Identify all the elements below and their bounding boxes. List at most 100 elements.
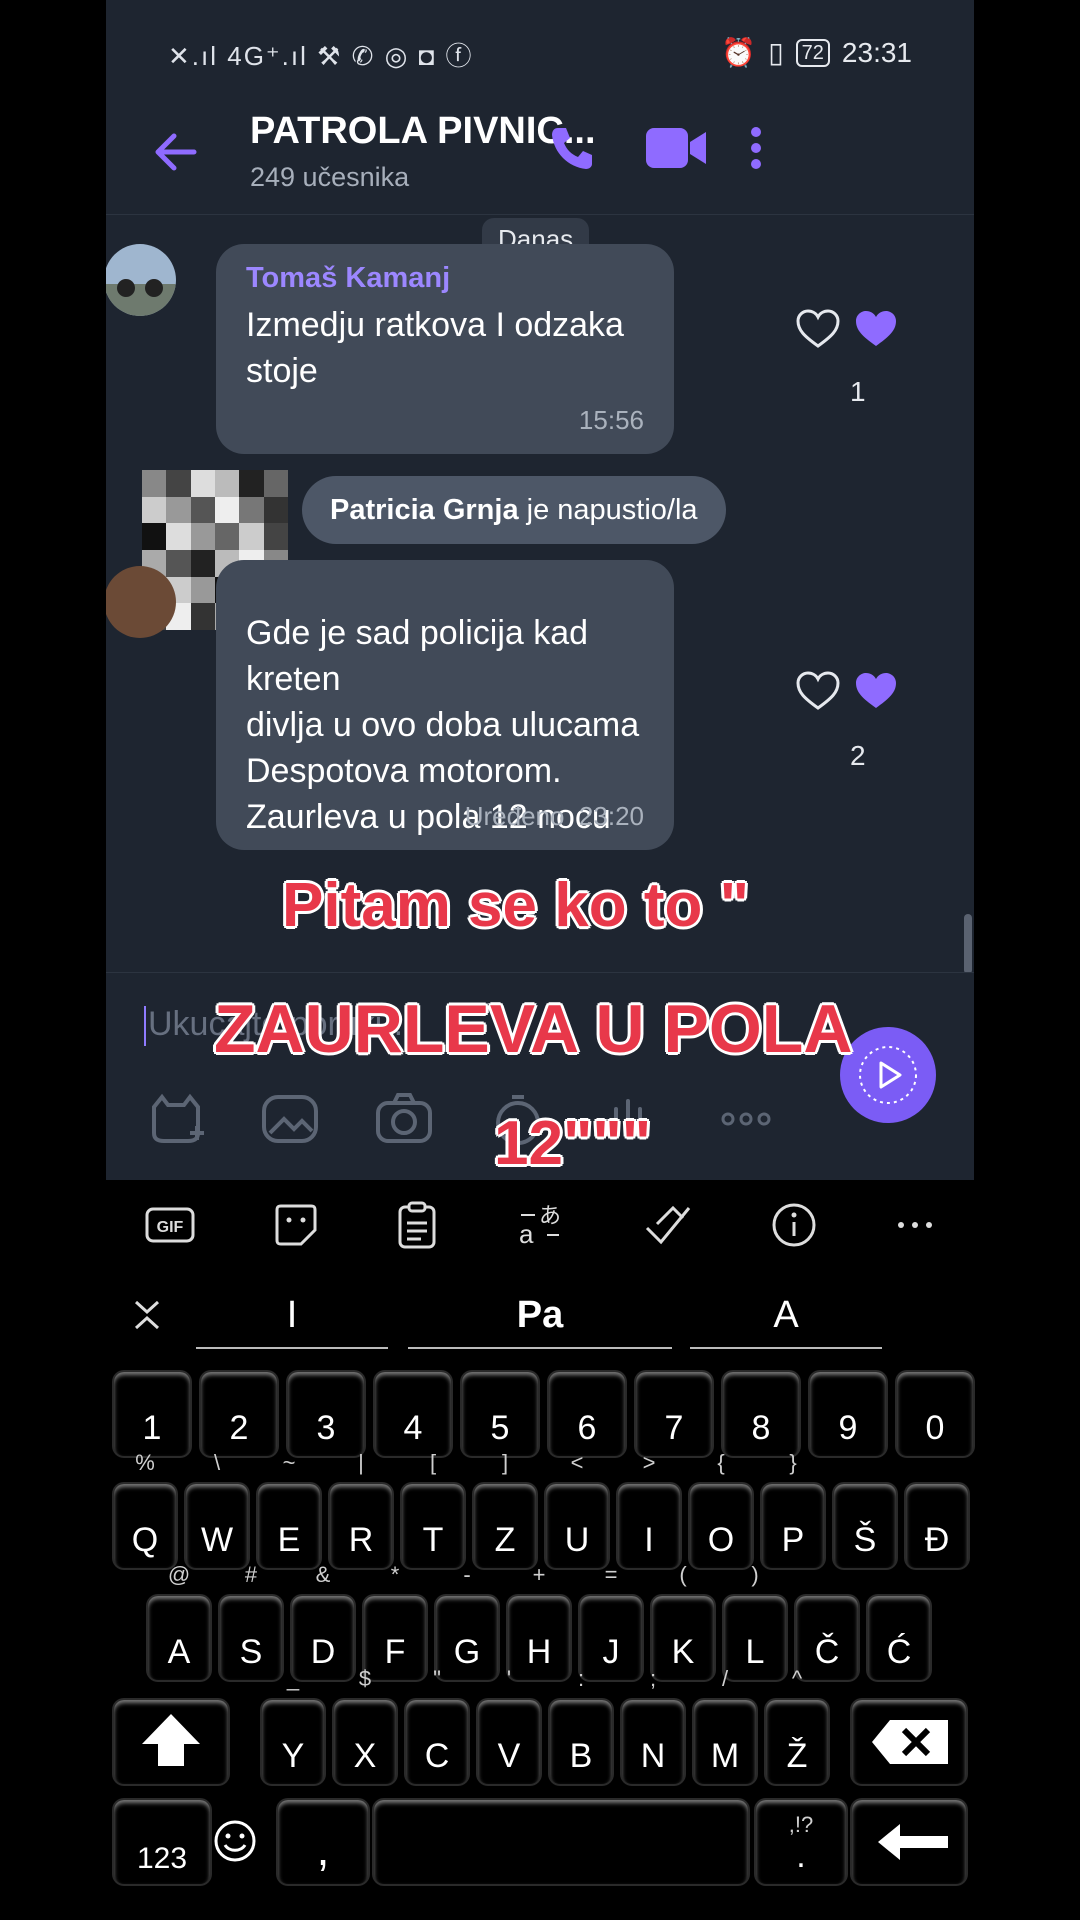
status-left-icons: ✕.ıl 4G⁺.ıl ⚒ ✆ ◎ ◘ ⓕ xyxy=(168,41,474,71)
backspace-key[interactable] xyxy=(852,1700,966,1784)
numbers-key[interactable]: 123 xyxy=(114,1800,210,1884)
key-alt-label: " xyxy=(433,1666,441,1691)
clipboard-icon[interactable] xyxy=(397,1201,437,1249)
key-5[interactable]: 5 xyxy=(462,1372,538,1456)
key-n[interactable]: ; N xyxy=(622,1666,684,1784)
phone-call-icon[interactable] xyxy=(546,122,598,174)
key-ž[interactable]: ^ Ž xyxy=(766,1666,828,1784)
key-alt-label: _ xyxy=(286,1666,300,1691)
key-x[interactable]: $ X xyxy=(334,1666,396,1784)
heart-filled-icon[interactable] xyxy=(852,670,900,712)
sender-name: Tomaš Kamanj xyxy=(246,262,451,294)
sticker-icon[interactable] xyxy=(146,1091,206,1147)
suggestion-3[interactable]: A xyxy=(690,1285,882,1349)
keyboard-toolbar: GIF aあ xyxy=(106,1180,974,1270)
enter-key[interactable] xyxy=(852,1800,966,1884)
send-button[interactable] xyxy=(840,1027,936,1123)
suggestion-1[interactable]: I xyxy=(196,1285,388,1349)
message-list[interactable]: Danas Tomaš Kamanj Izmedju ratkova I odz… xyxy=(106,214,974,972)
reaction-count: 1 xyxy=(850,376,866,407)
scrollbar[interactable] xyxy=(964,914,972,972)
key-2[interactable]: 2 xyxy=(201,1372,277,1456)
suggestion-2[interactable]: Pa xyxy=(408,1285,672,1349)
key-z[interactable]: ] Z xyxy=(474,1450,536,1568)
key-ć[interactable]: Ć xyxy=(868,1596,930,1680)
key-label: 5 xyxy=(490,1409,510,1447)
reaction-group[interactable] xyxy=(794,308,900,350)
gallery-icon[interactable] xyxy=(260,1091,320,1147)
key-label: V xyxy=(497,1737,521,1775)
translate-icon[interactable]: aあ xyxy=(515,1201,565,1249)
key-alt-label: \ xyxy=(213,1450,221,1475)
key-alt-label: @ xyxy=(167,1562,191,1587)
key-0[interactable]: 0 xyxy=(897,1372,973,1456)
key-label: 8 xyxy=(751,1409,771,1447)
comma-key[interactable]: , xyxy=(278,1800,368,1884)
key-alt-label: : xyxy=(577,1666,585,1691)
key-o[interactable]: {O xyxy=(690,1450,752,1568)
gif-icon[interactable]: GIF xyxy=(145,1205,195,1245)
key-9[interactable]: 9 xyxy=(810,1372,886,1456)
key-label: C xyxy=(424,1737,450,1775)
shift-key[interactable] xyxy=(114,1700,228,1784)
sticker-icon[interactable] xyxy=(273,1202,319,1248)
avatar[interactable] xyxy=(106,244,176,316)
key-w[interactable]: \ W xyxy=(186,1450,248,1568)
message-bubble[interactable]: Gde je sad policija kad kreten divlja u … xyxy=(216,560,674,850)
camera-icon[interactable] xyxy=(374,1091,434,1147)
edit-icon[interactable] xyxy=(643,1202,693,1248)
key-t[interactable]: [T xyxy=(402,1450,464,1568)
key-q[interactable]: % Q xyxy=(114,1450,176,1568)
key-label: B xyxy=(569,1737,593,1775)
more-icon[interactable] xyxy=(716,1091,776,1147)
key-m[interactable]: / M xyxy=(694,1666,756,1784)
key-1[interactable]: 1 xyxy=(114,1372,190,1456)
message-time: 15:56 xyxy=(578,405,644,435)
shift-icon xyxy=(142,1714,200,1766)
key-alt-label: / xyxy=(721,1666,729,1691)
status-time: 23:31 xyxy=(841,36,912,68)
collapse-icon[interactable] xyxy=(132,1298,162,1332)
more-icon[interactable] xyxy=(895,1215,935,1235)
heart-outline-icon[interactable] xyxy=(794,308,842,350)
key-alt-label: & xyxy=(315,1562,331,1587)
key-label: I xyxy=(644,1521,654,1559)
reaction-group[interactable] xyxy=(794,670,900,712)
status-bar: ✕.ıl 4G⁺.ıl ⚒ ✆ ◎ ◘ ⓕ ⏰ ▯ 72 23:31 xyxy=(106,0,974,104)
key-label: E xyxy=(277,1521,301,1559)
key-a[interactable]: @ A xyxy=(148,1562,210,1680)
period-key[interactable]: ,!?. xyxy=(756,1800,846,1884)
group-title[interactable]: PATROLA PIVNIC... xyxy=(250,110,596,153)
key-v[interactable]: ' V xyxy=(478,1666,540,1784)
key-r[interactable]: | R xyxy=(330,1450,392,1568)
heart-filled-icon[interactable] xyxy=(852,308,900,350)
key-š[interactable]: Š xyxy=(834,1484,896,1568)
key-c[interactable]: " C xyxy=(406,1666,468,1784)
key-b[interactable]: :B xyxy=(550,1666,612,1784)
key-e[interactable]: ~ E xyxy=(258,1450,320,1568)
key-label: 0 xyxy=(925,1409,945,1447)
key-3[interactable]: 3 xyxy=(288,1372,364,1456)
battery-indicator: 72 xyxy=(795,38,830,67)
message-text: Izmedju ratkova I odzaka stoje xyxy=(246,306,624,390)
key-y[interactable]: _ Y xyxy=(262,1666,324,1784)
emoji-key[interactable] xyxy=(210,1800,260,1884)
back-arrow-icon[interactable] xyxy=(146,122,206,182)
key-label: Đ xyxy=(924,1521,950,1559)
avatar[interactable] xyxy=(106,566,176,638)
key-i[interactable]: > I xyxy=(618,1450,680,1568)
heart-outline-icon[interactable] xyxy=(794,670,842,712)
key-đ[interactable]: Đ xyxy=(906,1484,968,1568)
key-u[interactable]: < U xyxy=(546,1450,608,1568)
more-options-icon[interactable] xyxy=(744,122,768,174)
send-icon xyxy=(859,1046,917,1104)
space-key[interactable] xyxy=(374,1800,748,1884)
key-4[interactable]: 4 xyxy=(375,1372,451,1456)
key-8[interactable]: 8 xyxy=(723,1372,799,1456)
info-icon[interactable] xyxy=(771,1202,817,1248)
video-call-icon[interactable] xyxy=(644,122,708,174)
message-bubble[interactable]: Tomaš Kamanj Izmedju ratkova I odzaka st… xyxy=(216,244,674,454)
key-6[interactable]: 6 xyxy=(549,1372,625,1456)
key-7[interactable]: 7 xyxy=(636,1372,712,1456)
key-p[interactable]: } P xyxy=(762,1450,824,1568)
